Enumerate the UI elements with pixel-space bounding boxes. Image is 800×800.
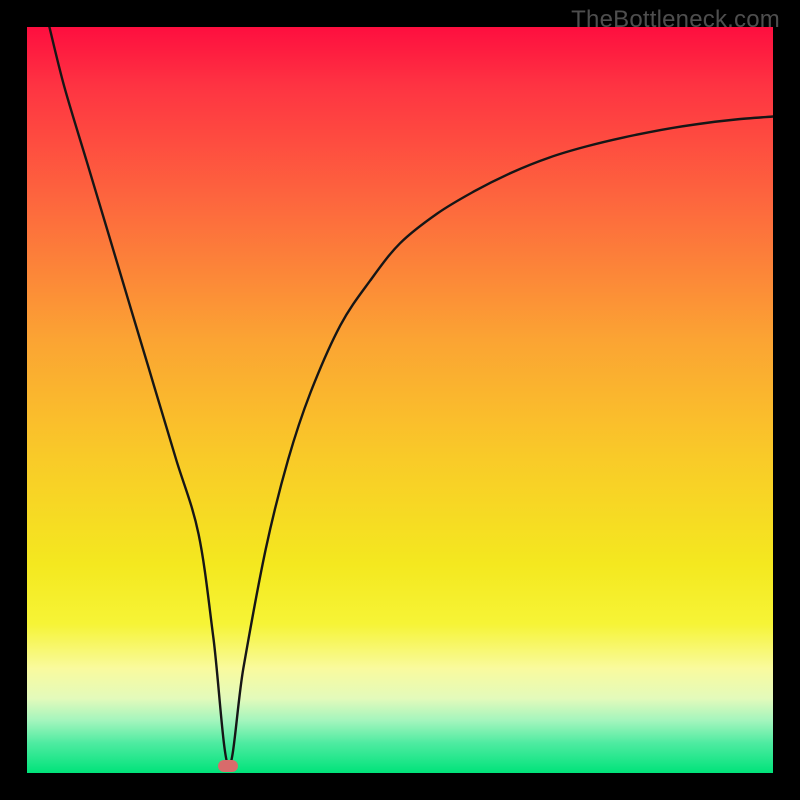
bottleneck-curve — [27, 27, 773, 773]
plot-area — [27, 27, 773, 773]
watermark-label: TheBottleneck.com — [571, 6, 780, 34]
minimum-marker — [218, 760, 238, 772]
chart-frame: TheBottleneck.com — [0, 0, 800, 800]
